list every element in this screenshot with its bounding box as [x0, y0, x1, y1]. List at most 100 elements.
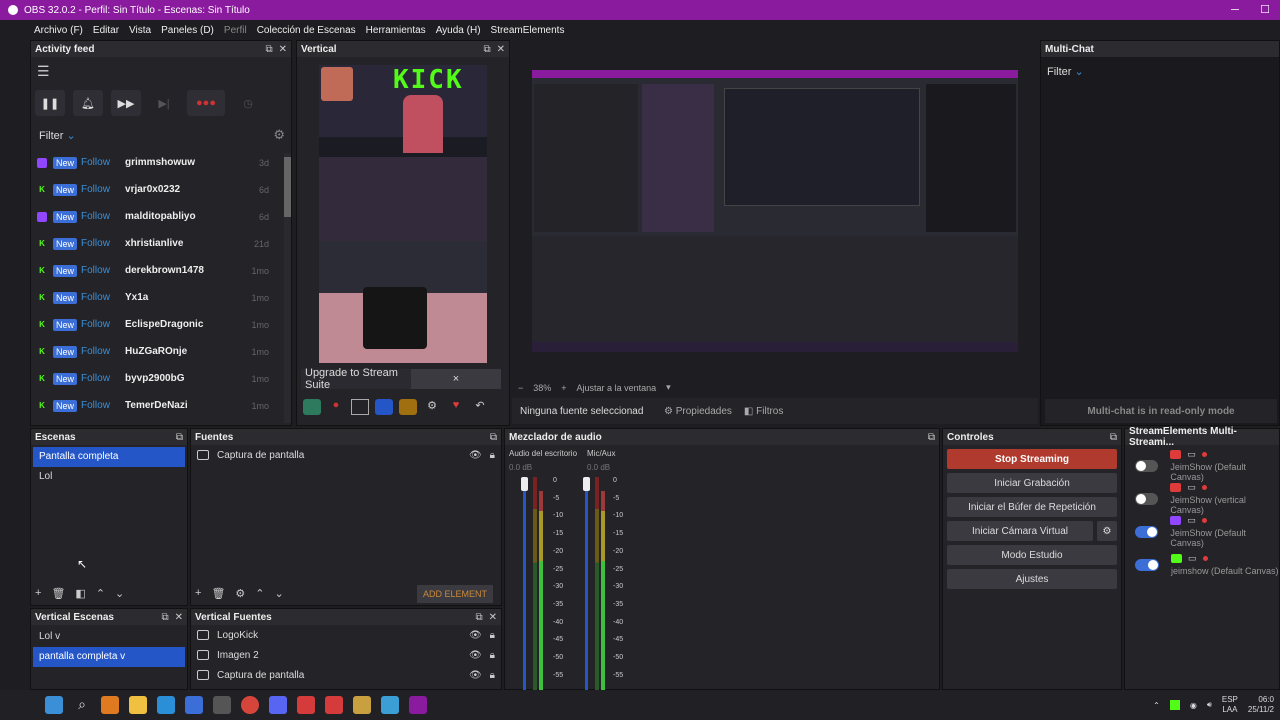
- se-output-row[interactable]: ▭ JeimShow (Default Canvas): [1125, 515, 1279, 548]
- start-recording-button[interactable]: Iniciar Grabación: [947, 473, 1117, 493]
- eye-icon[interactable]: 👁︎: [469, 670, 482, 681]
- app-icon[interactable]: [185, 696, 203, 714]
- scrollbar[interactable]: [284, 153, 291, 423]
- fader-track[interactable]: [523, 477, 526, 691]
- skip-end-icon[interactable]: ▶|: [149, 90, 179, 116]
- close-icon[interactable]: ✕: [497, 44, 505, 55]
- firefox-icon[interactable]: [101, 696, 119, 714]
- replay-buffer-button[interactable]: Iniciar el Búfer de Repetición: [947, 497, 1117, 517]
- edge-icon[interactable]: [157, 696, 175, 714]
- feed-row[interactable]: K New Follow EclispeDragonic 1mo: [31, 311, 285, 338]
- heart-icon[interactable]: ♥: [447, 399, 465, 415]
- studio-mode-button[interactable]: Modo Estudio: [947, 545, 1117, 565]
- se-output-row[interactable]: ▭ jeimshow (Default Canvas): [1125, 548, 1279, 581]
- discord-icon[interactable]: [269, 696, 287, 714]
- wifi-icon[interactable]: ◉: [1190, 701, 1197, 710]
- scene-item[interactable]: Pantalla completa: [33, 447, 185, 467]
- float-icon[interactable]: ⧉: [483, 44, 490, 55]
- fader-handle[interactable]: [583, 477, 590, 491]
- eye-icon[interactable]: 👁︎: [469, 450, 482, 461]
- source-row[interactable]: Imagen 2 👁︎ 🔒︎: [191, 645, 501, 665]
- chevron-down-icon[interactable]: ▾: [666, 382, 671, 393]
- gear-icon[interactable]: ⚙: [423, 399, 441, 415]
- feed-row[interactable]: K New Follow byvp2900bG 1mo: [31, 365, 285, 392]
- lock-icon[interactable]: 🔒︎: [490, 450, 495, 461]
- tray-icon[interactable]: [1169, 700, 1180, 710]
- menu-coleccion[interactable]: Colección de Escenas: [257, 25, 356, 36]
- scene-item[interactable]: pantalla completa v: [33, 647, 185, 667]
- record-dot-icon[interactable]: ●: [327, 399, 345, 415]
- trash-icon[interactable]: 🗑︎: [51, 587, 65, 600]
- feed-row[interactable]: K New Follow Yx1a 1mo: [31, 284, 285, 311]
- float-icon[interactable]: ⧉: [176, 432, 183, 443]
- se-output-row[interactable]: ▭ JeimShow (Default Canvas): [1125, 449, 1279, 482]
- feed-row[interactable]: New Follow grimmshowuw 3d: [31, 149, 285, 176]
- menu-archivo[interactable]: Archivo (F): [34, 25, 83, 36]
- fader-track[interactable]: [585, 477, 588, 691]
- rotate-icon[interactable]: [375, 399, 393, 415]
- chevron-up-icon[interactable]: ⌃: [1153, 701, 1160, 710]
- vertical-canvas-preview[interactable]: KICK: [319, 65, 487, 363]
- filter-dropdown[interactable]: Filter ⌄: [39, 129, 76, 142]
- volume-meter[interactable]: [521, 477, 551, 691]
- studio-icon[interactable]: [303, 399, 321, 415]
- chrome-icon[interactable]: [241, 696, 259, 714]
- folder-icon[interactable]: [129, 696, 147, 714]
- skip-icon[interactable]: ▶▶: [111, 90, 141, 116]
- volume-meter[interactable]: [583, 477, 613, 691]
- menu-streamelements[interactable]: StreamElements: [491, 25, 565, 36]
- pause-icon[interactable]: ❚❚: [35, 90, 65, 116]
- scene-item[interactable]: Lol v: [33, 627, 185, 647]
- bell-icon[interactable]: 🔔︎: [73, 90, 103, 116]
- zoom-out-icon[interactable]: −: [518, 383, 523, 393]
- menu-ayuda[interactable]: Ayuda (H): [436, 25, 481, 36]
- float-icon[interactable]: ⧉: [928, 432, 935, 443]
- virtual-camera-button[interactable]: Iniciar Cámara Virtual: [947, 521, 1093, 541]
- properties-button[interactable]: ⚙ Propiedades: [664, 406, 732, 417]
- close-icon[interactable]: ✕: [175, 612, 183, 623]
- feed-row[interactable]: K New Follow TemerDeNazi 1mo: [31, 392, 285, 419]
- move-up-icon[interactable]: ⌃: [96, 587, 105, 600]
- lock-icon[interactable]: 🔒︎: [490, 650, 495, 661]
- source-row[interactable]: Captura de pantalla 👁︎ 🔒︎: [191, 665, 501, 685]
- toggle-switch[interactable]: [1135, 459, 1159, 472]
- menu-perfil[interactable]: Perfil: [224, 25, 247, 36]
- close-icon[interactable]: ✕: [279, 44, 287, 55]
- float-icon[interactable]: ⧉: [265, 44, 272, 55]
- scrollbar-thumb[interactable]: [284, 157, 291, 217]
- feed-row[interactable]: K New Follow derekbrown1478 1mo: [31, 257, 285, 284]
- menu-paneles[interactable]: Paneles (D): [161, 25, 214, 36]
- float-icon[interactable]: ⧉: [161, 612, 168, 623]
- undo-icon[interactable]: ↶: [471, 399, 489, 415]
- feed-row[interactable]: New Follow malditopabliyo 6d: [31, 203, 285, 230]
- zoom-in-icon[interactable]: +: [561, 383, 566, 393]
- upgrade-banner[interactable]: Upgrade to Stream Suite: [301, 367, 411, 391]
- eye-icon[interactable]: 👁︎: [469, 630, 482, 641]
- add-scene-icon[interactable]: +: [35, 587, 41, 600]
- eye-icon[interactable]: 👁︎: [469, 650, 482, 661]
- fader-handle[interactable]: [521, 477, 528, 491]
- clock[interactable]: 06:0 25/11/2: [1248, 695, 1274, 715]
- app-icon[interactable]: [297, 696, 315, 714]
- float-icon[interactable]: ⧉: [475, 612, 482, 623]
- toggle-switch[interactable]: [1135, 492, 1159, 505]
- scene-item[interactable]: Lol: [33, 467, 185, 487]
- store-icon[interactable]: [213, 696, 231, 714]
- stop-streaming-button[interactable]: Stop Streaming: [947, 449, 1117, 469]
- record-icon[interactable]: ●●●: [187, 90, 225, 116]
- hamburger-icon[interactable]: ☰: [31, 57, 291, 85]
- float-icon[interactable]: ⧉: [490, 432, 497, 443]
- gear-icon[interactable]: ⚙: [273, 127, 285, 143]
- feed-row[interactable]: K New Follow xhristianlive 21d: [31, 230, 285, 257]
- square-icon[interactable]: [351, 399, 369, 415]
- timer-icon[interactable]: ◷: [233, 90, 263, 116]
- toggle-switch[interactable]: [1135, 525, 1159, 538]
- minimize-icon[interactable]: ─: [1220, 0, 1250, 20]
- windows-start-icon[interactable]: [45, 696, 63, 714]
- app-icon[interactable]: [381, 696, 399, 714]
- source-row[interactable]: LogoKick 👁︎ 🔒︎: [191, 625, 501, 645]
- move-up-icon[interactable]: ⌃: [255, 587, 264, 600]
- menu-vista[interactable]: Vista: [129, 25, 151, 36]
- source-row[interactable]: Captura de pantalla 👁︎ 🔒︎: [191, 445, 501, 465]
- gear-icon[interactable]: ⚙: [1097, 521, 1117, 541]
